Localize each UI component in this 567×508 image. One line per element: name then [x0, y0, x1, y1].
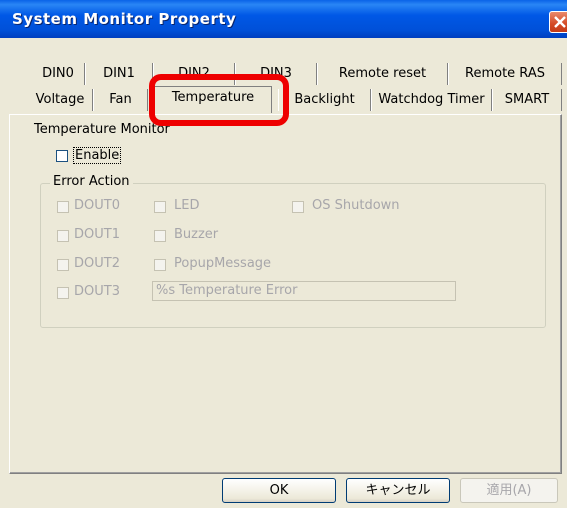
dout3-checkbox[interactable] [57, 287, 69, 299]
property-dialog: System Monitor Property DIN0 DIN1 DIN2 D… [0, 0, 567, 508]
tab-remote-ras[interactable]: Remote RAS [448, 63, 562, 85]
close-button[interactable] [549, 11, 567, 33]
ok-button[interactable]: OK [222, 478, 336, 503]
tab-fan[interactable]: Fan [93, 89, 148, 111]
popup-message-checkbox[interactable] [154, 259, 166, 271]
tab-din1[interactable]: DIN1 [85, 63, 153, 85]
buzzer-label: Buzzer [174, 227, 219, 242]
tab-smart[interactable]: SMART [492, 89, 562, 111]
tab-din0[interactable]: DIN0 [32, 63, 85, 85]
os-shutdown-label: OS Shutdown [312, 198, 400, 213]
tab-remote-reset[interactable]: Remote reset [317, 63, 448, 85]
highlight-annotation [149, 74, 289, 126]
tab-backlight[interactable]: Backlight [278, 89, 371, 111]
title-bar[interactable]: System Monitor Property [0, 0, 567, 38]
tab-voltage[interactable]: Voltage [28, 89, 93, 111]
dout2-label: DOUT2 [74, 256, 120, 271]
dout1-checkbox[interactable] [57, 230, 69, 242]
buzzer-checkbox[interactable] [154, 230, 166, 242]
led-checkbox[interactable] [154, 201, 166, 213]
dout0-label: DOUT0 [74, 198, 120, 213]
cancel-button[interactable]: キャンセル [346, 478, 450, 503]
enable-label[interactable]: Enable [73, 147, 122, 164]
error-action-label: Error Action [50, 174, 133, 189]
dout3-label: DOUT3 [74, 284, 120, 299]
window-title: System Monitor Property [12, 10, 237, 28]
apply-button[interactable]: 適用(A) [460, 478, 558, 503]
led-label: LED [174, 198, 200, 213]
dout2-checkbox[interactable] [57, 259, 69, 271]
dout0-checkbox[interactable] [57, 201, 69, 213]
close-icon [554, 16, 566, 28]
error-message-input[interactable]: %s Temperature Error [152, 281, 456, 301]
os-shutdown-checkbox[interactable] [292, 201, 304, 213]
temperature-monitor-heading: Temperature Monitor [34, 122, 170, 137]
popup-message-label: PopupMessage [174, 256, 272, 271]
dout1-label: DOUT1 [74, 227, 120, 242]
tab-watchdog-timer[interactable]: Watchdog Timer [371, 89, 492, 111]
enable-checkbox[interactable] [56, 150, 68, 162]
